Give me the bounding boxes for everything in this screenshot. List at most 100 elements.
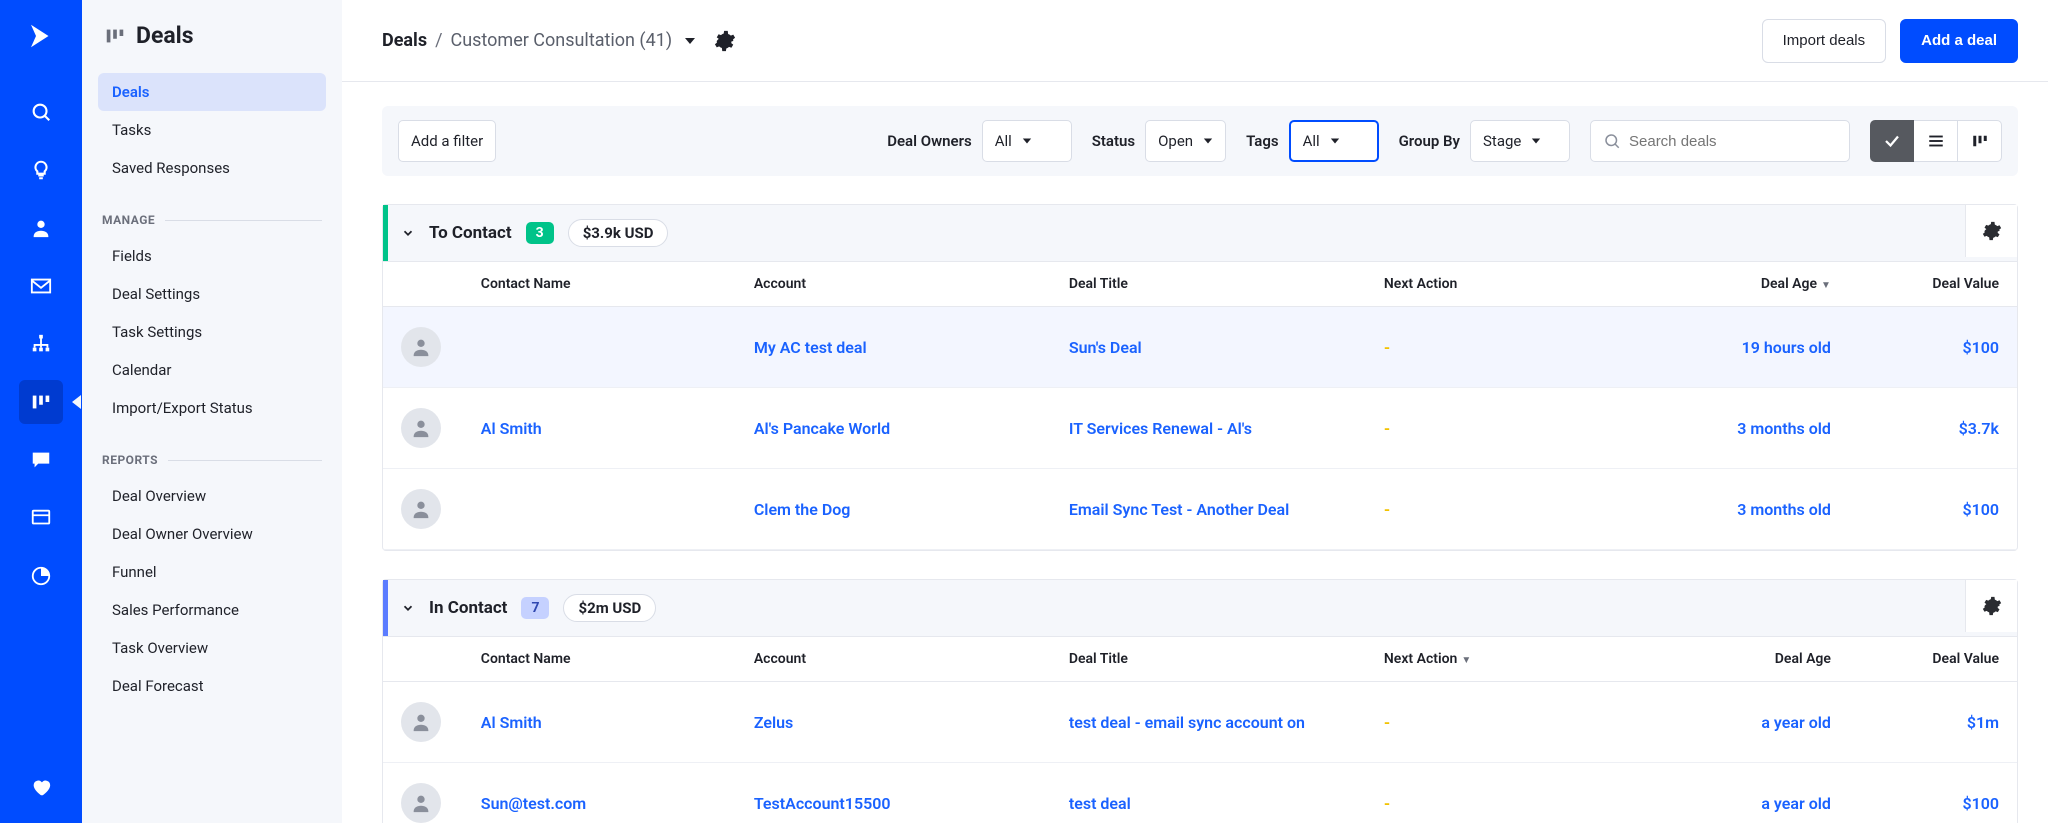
stage-name: To Contact xyxy=(429,223,512,243)
sidebar-item-funnel[interactable]: Funnel xyxy=(98,553,326,591)
tags-select[interactable]: All xyxy=(1289,120,1379,162)
view-toggle xyxy=(1870,120,2002,162)
rail-ideas[interactable] xyxy=(19,148,63,192)
view-check[interactable] xyxy=(1870,120,1914,162)
col-contact[interactable]: Contact Name xyxy=(463,262,736,307)
stage-settings-icon[interactable] xyxy=(1965,205,2017,257)
sidebar-item-calendar[interactable]: Calendar xyxy=(98,351,326,389)
next-action: - xyxy=(1384,338,1390,357)
breadcrumb-leaf[interactable]: Customer Consultation (41) xyxy=(451,30,673,51)
contact-link[interactable]: Sun@test.com xyxy=(481,794,586,813)
app-logo[interactable] xyxy=(21,16,61,56)
add-deal-button[interactable]: Add a deal xyxy=(1900,19,2018,63)
sidebar-item-deal-overview[interactable]: Deal Overview xyxy=(98,477,326,515)
stages-container: To Contact3$3.9k USDContact NameAccountD… xyxy=(382,204,2018,823)
deal-title-link[interactable]: test deal - email sync account on xyxy=(1069,713,1305,732)
sidebar-item-task-settings[interactable]: Task Settings xyxy=(98,313,326,351)
rail-site[interactable] xyxy=(19,496,63,540)
view-kanban[interactable] xyxy=(1958,120,2002,162)
table-row[interactable]: Clem the Dog Email Sync Test - Another De… xyxy=(383,469,2017,550)
import-deals-button[interactable]: Import deals xyxy=(1762,19,1887,63)
breadcrumb-root[interactable]: Deals xyxy=(382,30,427,51)
deal-value: $100 xyxy=(1962,500,1999,519)
deal-title-link[interactable]: Sun's Deal xyxy=(1069,338,1142,357)
view-list[interactable] xyxy=(1914,120,1958,162)
rail-favorite[interactable] xyxy=(19,765,63,809)
sort-caret-icon: ▼ xyxy=(1821,280,1831,291)
sidebar-item-owner-overview[interactable]: Deal Owner Overview xyxy=(98,515,326,553)
rail-automation[interactable] xyxy=(19,322,63,366)
sidebar-title: Deals xyxy=(98,22,326,49)
deal-title-link[interactable]: test deal xyxy=(1069,794,1131,813)
account-link[interactable]: My AC test deal xyxy=(754,338,867,357)
col-age[interactable]: Deal Age▼ xyxy=(1660,262,1849,307)
stage-name: In Contact xyxy=(429,598,507,618)
table-row[interactable]: Sun@test.comTestAccount15500test deal-a … xyxy=(383,763,2017,823)
account-link[interactable]: Zelus xyxy=(754,713,793,732)
add-filter-button[interactable]: Add a filter xyxy=(398,120,496,162)
deal-title-link[interactable]: IT Services Renewal - Al's xyxy=(1069,419,1252,438)
deal-age: 3 months old xyxy=(1737,419,1831,438)
sidebar-item-saved-responses[interactable]: Saved Responses xyxy=(98,149,326,187)
sidebar-item-sales-perf[interactable]: Sales Performance xyxy=(98,591,326,629)
sidebar: Deals Deals Tasks Saved Responses MANAGE… xyxy=(82,0,342,823)
rail-campaigns[interactable] xyxy=(19,264,63,308)
contact-link[interactable]: Al Smith xyxy=(481,713,542,732)
avatar xyxy=(401,702,441,742)
col-value[interactable]: Deal Value xyxy=(1849,262,2017,307)
table-row[interactable]: My AC test dealSun's Deal-19 hours old$1… xyxy=(383,307,2017,388)
content: Add a filter Deal Owners All Status Open xyxy=(342,82,2048,823)
sidebar-item-tasks[interactable]: Tasks xyxy=(98,111,326,149)
stage-group: To Contact3$3.9k USDContact NameAccountD… xyxy=(382,204,2018,551)
deal-title-link[interactable]: Email Sync Test - Another Deal xyxy=(1069,500,1289,519)
col-next[interactable]: Next Action▼ xyxy=(1366,637,1660,682)
rail-conversations[interactable] xyxy=(19,438,63,482)
col-contact[interactable]: Contact Name xyxy=(463,637,736,682)
status-value: Open xyxy=(1158,132,1193,150)
col-next[interactable]: Next Action xyxy=(1366,262,1660,307)
account-link[interactable]: TestAccount15500 xyxy=(754,794,891,813)
status-select[interactable]: Open xyxy=(1145,120,1226,162)
rail-search[interactable] xyxy=(19,90,63,134)
sidebar-item-deals[interactable]: Deals xyxy=(98,73,326,111)
breadcrumb: Deals / Customer Consultation (41) xyxy=(382,30,696,51)
owners-value: All xyxy=(995,132,1012,150)
sidebar-nav: Deals Tasks Saved Responses xyxy=(98,73,326,187)
groupby-select[interactable]: Stage xyxy=(1470,120,1570,162)
stage-collapse-icon[interactable] xyxy=(401,601,415,615)
stage-collapse-icon[interactable] xyxy=(401,226,415,240)
deal-value: $1m xyxy=(1967,713,1999,732)
stage-count-badge: 3 xyxy=(526,222,554,244)
stage-total-pill: $2m USD xyxy=(563,594,656,622)
breadcrumb-caret-icon[interactable] xyxy=(684,35,696,47)
col-age[interactable]: Deal Age xyxy=(1660,637,1849,682)
col-value[interactable]: Deal Value xyxy=(1849,637,2017,682)
nav-rail xyxy=(0,0,82,823)
contact-link[interactable]: Al Smith xyxy=(481,419,542,438)
col-title[interactable]: Deal Title xyxy=(1051,262,1366,307)
search-deals[interactable] xyxy=(1590,120,1850,162)
table-row[interactable]: Al Smith Zelus test deal - email sync acco… xyxy=(383,682,2017,763)
sidebar-item-fields[interactable]: Fields xyxy=(98,237,326,275)
stage-settings-icon[interactable] xyxy=(1965,580,2017,632)
sidebar-item-deal-forecast[interactable]: Deal Forecast xyxy=(98,667,326,705)
owners-select[interactable]: All xyxy=(982,120,1072,162)
account-link[interactable]: Al's Pancake World xyxy=(754,419,890,438)
sidebar-item-task-overview[interactable]: Task Overview xyxy=(98,629,326,667)
col-account[interactable]: Account xyxy=(736,262,1051,307)
rail-contacts[interactable] xyxy=(19,206,63,250)
rail-deals[interactable] xyxy=(19,380,63,424)
col-account[interactable]: Account xyxy=(736,637,1051,682)
account-link[interactable]: Clem the Dog xyxy=(754,500,851,519)
sidebar-manage: MANAGE Fields Deal Settings Task Setting… xyxy=(98,213,326,427)
groupby-label: Group By xyxy=(1399,132,1460,150)
sidebar-item-import-export[interactable]: Import/Export Status xyxy=(98,389,326,427)
pipeline-settings-icon[interactable] xyxy=(714,30,736,52)
deal-age: a year old xyxy=(1761,713,1831,732)
search-input[interactable] xyxy=(1629,133,1837,150)
rail-reports[interactable] xyxy=(19,554,63,598)
status-label: Status xyxy=(1092,132,1135,150)
col-title[interactable]: Deal Title xyxy=(1051,637,1366,682)
sidebar-item-deal-settings[interactable]: Deal Settings xyxy=(98,275,326,313)
table-row[interactable]: Al Smith Al's Pancake World IT Services Re… xyxy=(383,388,2017,469)
